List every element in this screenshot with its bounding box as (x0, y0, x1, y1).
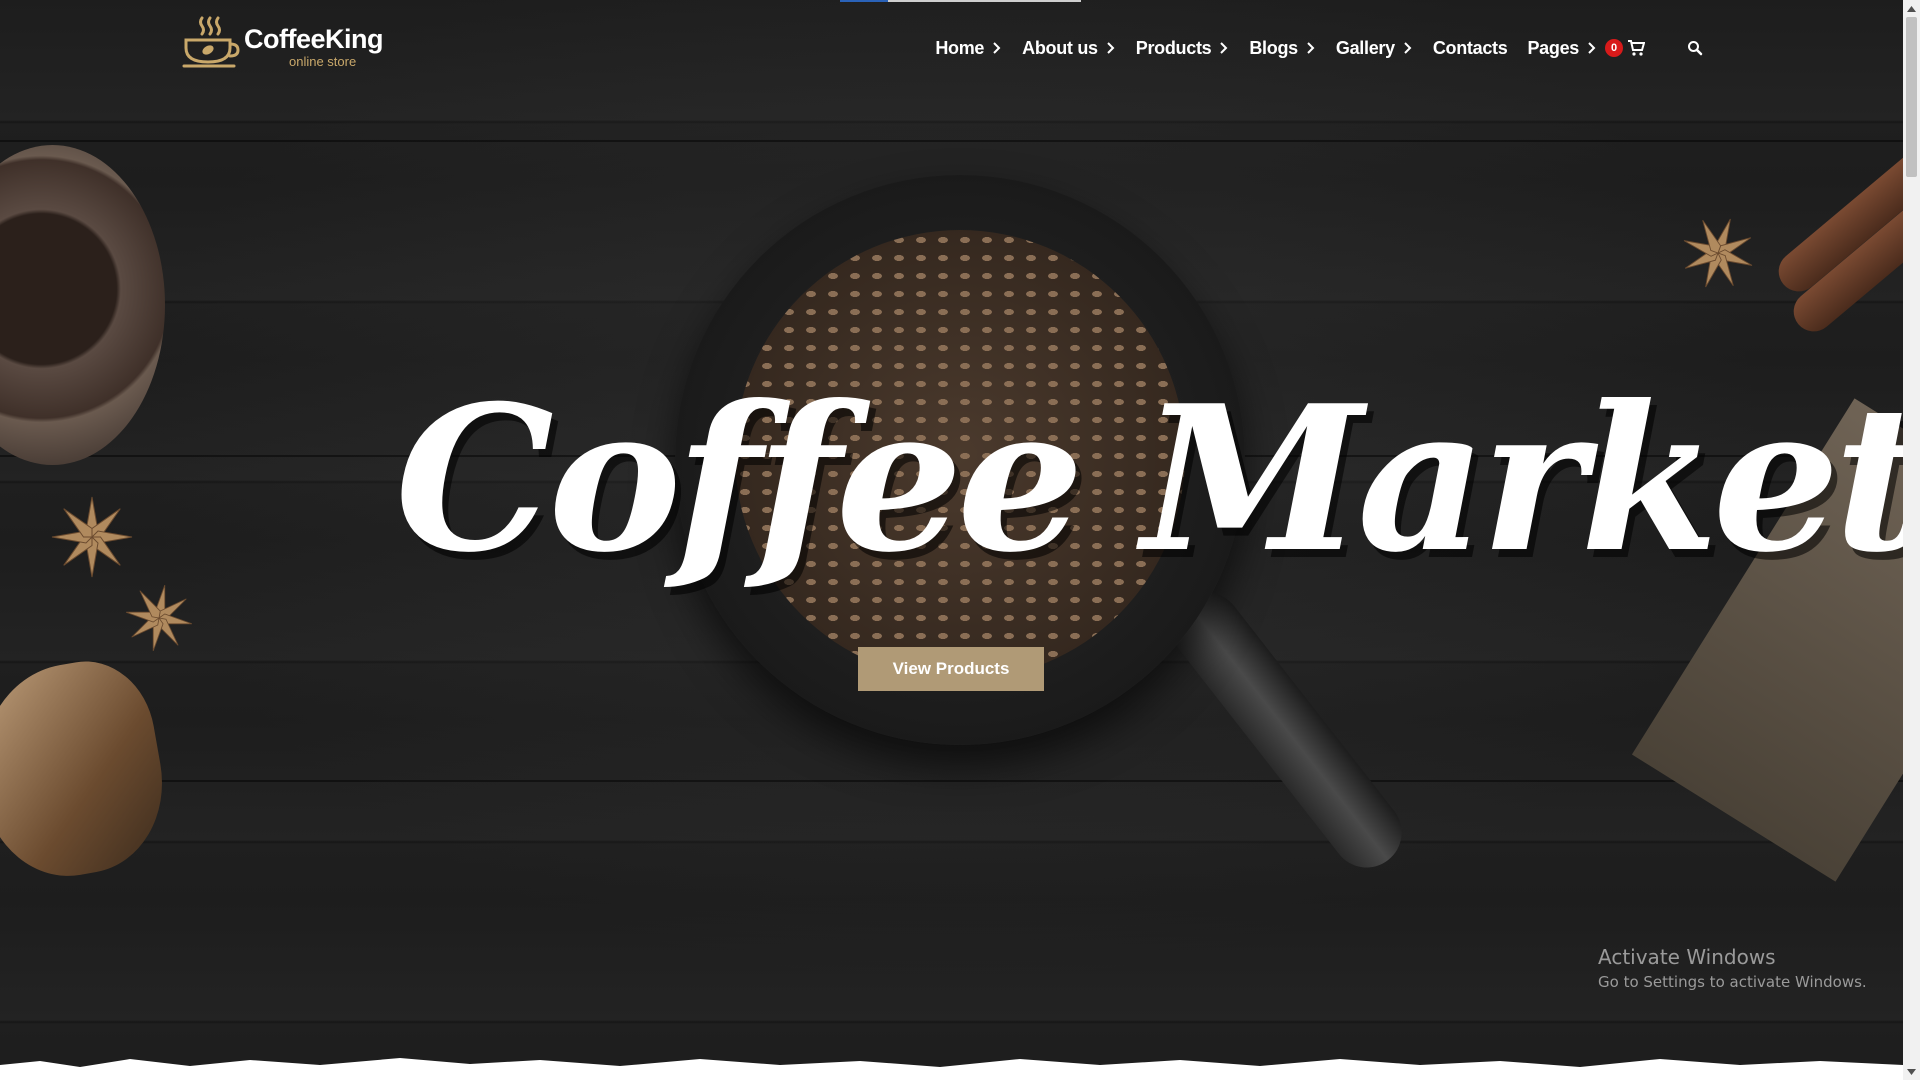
chevron-right-icon (993, 42, 1001, 54)
caret-down-icon (1907, 1068, 1916, 1075)
nav-item-label: About us (1022, 37, 1098, 58)
nav-item-blogs[interactable]: Blogs (1249, 38, 1316, 59)
search-icon (1688, 41, 1703, 56)
star-anise-icon (1683, 218, 1753, 288)
cart-icon (1628, 40, 1645, 56)
nav-item-label: Gallery (1335, 37, 1395, 58)
nav-item-about-us[interactable]: About us (1022, 38, 1116, 59)
brand-tagline: online store (289, 54, 357, 69)
brand-name: CoffeeKing (244, 24, 384, 54)
nav-item-label: Blogs (1249, 37, 1298, 58)
wood-plank-seam (0, 140, 1903, 142)
caret-up-icon (1907, 5, 1916, 12)
scroll-down-button[interactable] (1903, 1063, 1920, 1080)
wood-plank-seam (0, 780, 1903, 782)
nav-item-label: Contacts (1432, 37, 1508, 58)
scrollbar-thumb[interactable] (1906, 17, 1917, 177)
watermark-subtitle: Go to Settings to activate Windows. (1598, 973, 1867, 991)
view-products-button[interactable]: View Products (858, 647, 1044, 691)
cart-count-badge: 0 (1605, 39, 1623, 57)
nav-item-label: Products (1135, 37, 1212, 58)
site-logo[interactable]: CoffeeKing online store (180, 12, 400, 72)
nav-item-products[interactable]: Products (1136, 38, 1230, 59)
watermark-title: Activate Windows (1598, 945, 1776, 969)
pan-handle-image (1157, 578, 1416, 882)
nav-item-gallery[interactable]: Gallery (1336, 38, 1413, 59)
cart-button[interactable]: 0 (1605, 39, 1645, 57)
star-anise-icon (126, 585, 192, 651)
nav-item-home[interactable]: Home (935, 38, 1002, 59)
chevron-right-icon (1404, 42, 1412, 54)
torn-paper-divider (0, 1058, 1903, 1080)
chevron-right-icon (1588, 42, 1596, 54)
chevron-right-icon (1107, 42, 1115, 54)
main-navigation: Home About us Products Blogs Gallery Con… (915, 28, 1705, 68)
nav-item-label: Pages (1527, 37, 1579, 58)
nav-item-contacts[interactable]: Contacts (1433, 38, 1508, 59)
nav-item-pages[interactable]: Pages (1527, 38, 1597, 59)
hero-section: CoffeeKing online store Home About us Pr… (0, 0, 1903, 1080)
chevron-right-icon (1220, 42, 1228, 54)
coffee-cup-logo-icon (182, 16, 240, 68)
search-button[interactable] (1687, 39, 1705, 57)
page-scrollbar[interactable] (1903, 0, 1920, 1080)
hero-title: Coffee Market (395, 362, 1903, 597)
nav-item-label: Home (935, 37, 985, 58)
croissant-image (0, 650, 177, 890)
star-anise-icon (51, 496, 133, 578)
coffee-cup-image (0, 145, 165, 465)
page-load-progress-fill (840, 0, 889, 2)
os-activation-watermark: Activate Windows Go to Settings to activ… (1598, 945, 1867, 991)
page-load-progress (840, 0, 1081, 2)
scroll-up-button[interactable] (1903, 0, 1920, 17)
chevron-right-icon (1307, 42, 1315, 54)
